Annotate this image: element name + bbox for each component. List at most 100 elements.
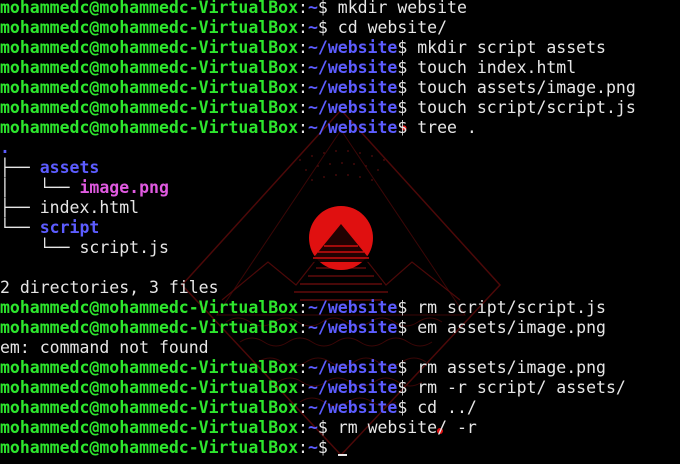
command-text: mkdir script assets xyxy=(417,38,606,57)
prompt-user-host: mohammedc@mohammedc-VirtualBox xyxy=(0,118,299,137)
prompt-user-host: mohammedc@mohammedc-VirtualBox xyxy=(0,98,299,117)
prompt-user-host: mohammedc@mohammedc-VirtualBox xyxy=(0,378,299,397)
terminal-active-prompt[interactable]: mohammedc@mohammedc-VirtualBox:~$ xyxy=(0,438,680,458)
error-text: em: command not found xyxy=(0,338,209,357)
prompt-dollar: $ xyxy=(397,118,418,137)
command-text: rm script/script.js xyxy=(417,298,606,317)
tree-file-scriptjs: script.js xyxy=(79,238,169,257)
terminal-line: mohammedc@mohammedc-VirtualBox:~/website… xyxy=(0,318,680,338)
terminal-line: mohammedc@mohammedc-VirtualBox:~/website… xyxy=(0,98,680,118)
prompt-user-host: mohammedc@mohammedc-VirtualBox xyxy=(0,78,299,97)
tree-output-line: └── script.js xyxy=(0,238,680,258)
command-text: cd ../ xyxy=(417,398,477,417)
tree-root: . xyxy=(0,138,10,157)
prompt-path: ~ xyxy=(307,0,318,17)
prompt-path: ~/website xyxy=(307,38,398,57)
terminal-line: mohammedc@mohammedc-VirtualBox:~/website… xyxy=(0,378,680,398)
prompt-colon: : xyxy=(298,38,308,57)
tree-output-line: │ └── image.png xyxy=(0,178,680,198)
tree-summary-text: 2 directories, 3 files xyxy=(0,278,219,297)
command-text: rm -r script/ assets/ xyxy=(417,378,626,397)
prompt-path: ~/website xyxy=(307,78,398,97)
command-text: em assets/image.png xyxy=(417,318,606,337)
prompt-dollar: $ xyxy=(397,378,418,397)
tree-dir-script: script xyxy=(39,218,100,237)
prompt-user-host: mohammedc@mohammedc-VirtualBox xyxy=(0,58,299,77)
terminal-line: mohammedc@mohammedc-VirtualBox:~/website… xyxy=(0,358,680,378)
prompt-path: ~ xyxy=(307,18,318,37)
text-cursor xyxy=(337,454,347,456)
tree-output-line: ├── assets xyxy=(0,158,680,178)
tree-connector: ├── xyxy=(0,158,40,177)
prompt-path: ~/website xyxy=(307,98,398,117)
prompt-path: ~/website xyxy=(307,58,398,77)
terminal-line: mohammedc@mohammedc-VirtualBox:~/website… xyxy=(0,118,680,138)
terminal-line: mohammedc@mohammedc-VirtualBox:~$ mkdir … xyxy=(0,0,680,18)
prompt-dollar: $ xyxy=(397,58,418,77)
terminal-line: mohammedc@mohammedc-VirtualBox:~/website… xyxy=(0,78,680,98)
prompt-colon: : xyxy=(298,398,308,417)
prompt-colon: : xyxy=(298,78,308,97)
prompt-user-host: mohammedc@mohammedc-VirtualBox xyxy=(0,418,299,437)
prompt-colon: : xyxy=(298,418,308,437)
tree-connector: └── xyxy=(0,218,40,237)
prompt-user-host: mohammedc@mohammedc-VirtualBox xyxy=(0,0,299,17)
prompt-path: ~/website xyxy=(307,358,398,377)
prompt-dollar: $ xyxy=(317,18,338,37)
prompt-colon: : xyxy=(298,58,308,77)
prompt-user-host: mohammedc@mohammedc-VirtualBox xyxy=(0,38,299,57)
prompt-dollar: $ xyxy=(397,98,418,117)
prompt-user-host: mohammedc@mohammedc-VirtualBox xyxy=(0,298,299,317)
tree-output-line: ├── index.html xyxy=(0,198,680,218)
prompt-dollar: $ xyxy=(397,358,418,377)
prompt-dollar: $ xyxy=(317,438,338,457)
prompt-colon: : xyxy=(298,18,308,37)
command-text: mkdir website xyxy=(337,0,467,17)
command-text: rm assets/image.png xyxy=(417,358,606,377)
prompt-user-host: mohammedc@mohammedc-VirtualBox xyxy=(0,358,299,377)
prompt-colon: : xyxy=(298,118,308,137)
command-text: rm website/ -r xyxy=(337,418,477,437)
tree-file-image: image.png xyxy=(79,178,169,197)
command-text: touch assets/image.png xyxy=(417,78,636,97)
tree-dir-assets: assets xyxy=(39,158,100,177)
prompt-path: ~/website xyxy=(307,318,398,337)
terminal-line: mohammedc@mohammedc-VirtualBox:~/website… xyxy=(0,398,680,418)
prompt-dollar: $ xyxy=(317,0,338,17)
prompt-colon: : xyxy=(298,438,308,457)
terminal-line: mohammedc@mohammedc-VirtualBox:~/website… xyxy=(0,298,680,318)
prompt-path: ~/website xyxy=(307,118,398,137)
tree-connector: │ └── xyxy=(0,178,80,197)
prompt-user-host: mohammedc@mohammedc-VirtualBox xyxy=(0,318,299,337)
prompt-dollar: $ xyxy=(397,298,418,317)
prompt-colon: : xyxy=(298,298,308,317)
command-text: tree . xyxy=(417,118,477,137)
prompt-colon: : xyxy=(298,358,308,377)
prompt-path: ~/website xyxy=(307,298,398,317)
prompt-colon: : xyxy=(298,318,308,337)
tree-summary: 2 directories, 3 files xyxy=(0,278,680,298)
command-text: touch index.html xyxy=(417,58,577,77)
prompt-colon: : xyxy=(298,98,308,117)
prompt-dollar: $ xyxy=(397,318,418,337)
prompt-dollar: $ xyxy=(397,38,418,57)
prompt-path: ~ xyxy=(307,418,318,437)
prompt-path: ~ xyxy=(307,438,318,457)
prompt-colon: : xyxy=(298,378,308,397)
tree-file-index: index.html xyxy=(39,198,140,217)
prompt-path: ~/website xyxy=(307,398,398,417)
tree-connector: ├── xyxy=(0,198,40,217)
terminal-line: mohammedc@mohammedc-VirtualBox:~/website… xyxy=(0,38,680,58)
error-line: em: command not found xyxy=(0,338,680,358)
terminal-line: mohammedc@mohammedc-VirtualBox:~$ rm web… xyxy=(0,418,680,438)
prompt-user-host: mohammedc@mohammedc-VirtualBox xyxy=(0,438,299,457)
terminal-output[interactable]: mohammedc@mohammedc-VirtualBox:~$ mkdir … xyxy=(0,0,680,464)
terminal-line: mohammedc@mohammedc-VirtualBox:~$ cd web… xyxy=(0,18,680,38)
prompt-dollar: $ xyxy=(397,398,418,417)
prompt-dollar: $ xyxy=(317,418,338,437)
terminal-line: mohammedc@mohammedc-VirtualBox:~/website… xyxy=(0,58,680,78)
tree-connector: └── xyxy=(0,238,80,257)
prompt-path: ~/website xyxy=(307,378,398,397)
command-text: touch script/script.js xyxy=(417,98,636,117)
